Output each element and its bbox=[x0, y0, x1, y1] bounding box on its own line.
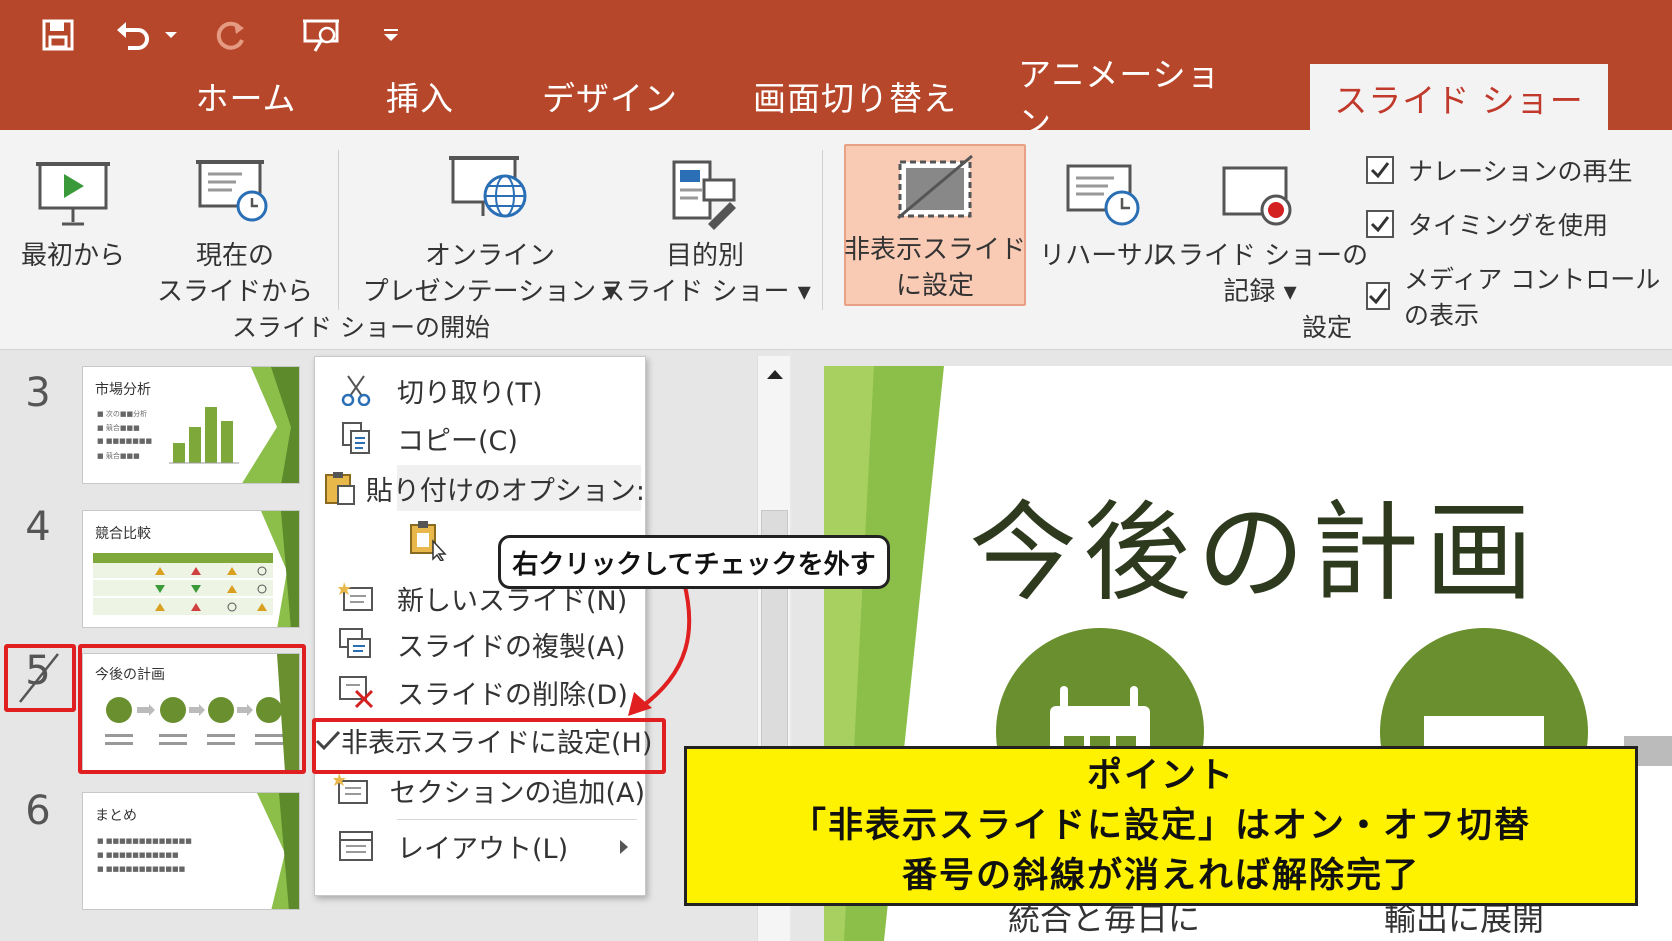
paste-keep-source-button[interactable] bbox=[405, 517, 449, 563]
custom-show-icon bbox=[668, 142, 742, 230]
comparison-table-thumbnail bbox=[93, 511, 299, 627]
presentation-icon[interactable] bbox=[298, 10, 344, 60]
redo-icon bbox=[210, 10, 252, 60]
record-slideshow-button[interactable]: スライド ショーの 記録 ▾ bbox=[1152, 142, 1368, 310]
menu-separator bbox=[397, 819, 637, 820]
menu-item-duplicate-slide[interactable]: スライドの複製(A) bbox=[315, 621, 645, 667]
ribbon-separator bbox=[822, 150, 823, 310]
customize-qat-icon[interactable] bbox=[378, 10, 404, 60]
tab-animations[interactable]: アニメーション bbox=[1018, 55, 1248, 142]
play-narrations-checkbox[interactable]: ナレーションの再生 bbox=[1366, 152, 1633, 188]
from-beginning-button[interactable]: 最初から bbox=[18, 142, 128, 274]
point-line-1: 「非表示スライドに設定」はオン・オフ切替 bbox=[790, 806, 1531, 846]
hide-slide-menu-highlight bbox=[312, 718, 666, 774]
record-icon bbox=[1220, 142, 1300, 230]
custom-slideshow-button[interactable]: 目的別 スライド ショー ▾ bbox=[599, 142, 811, 310]
slide-thumbnail-6[interactable]: まとめ ■ ■■■■■■■■■■■■■ ■ ■■■■■■■■■■■ ■ ■■■■… bbox=[82, 792, 300, 910]
ribbon-separator bbox=[338, 150, 339, 310]
tab-slideshow[interactable]: スライド ショー bbox=[1310, 64, 1608, 132]
tab-design[interactable]: デザイン bbox=[530, 62, 690, 130]
duplicate-slide-icon bbox=[315, 627, 397, 661]
from-current-slide-button[interactable]: 現在の スライドから bbox=[157, 142, 313, 310]
undo-dropdown-icon[interactable] bbox=[160, 10, 182, 60]
layout-icon bbox=[315, 830, 397, 862]
add-section-icon bbox=[315, 773, 389, 807]
paste-options-header: 貼り付けのオプション: bbox=[315, 465, 645, 511]
globe-screen-icon bbox=[449, 142, 531, 230]
title-bar: ホーム 挿入 デザイン 画面切り替え アニメーション スライド ショー bbox=[0, 0, 1672, 142]
slide-number: 3 bbox=[25, 370, 51, 416]
point-line-2: 番号の斜線が消えれば解除完了 bbox=[901, 856, 1420, 896]
hide-slide-button[interactable]: 非表示スライド に設定 bbox=[844, 144, 1026, 306]
rehearse-clock-icon bbox=[1064, 142, 1144, 230]
menu-item-layout[interactable]: レイアウト(L) bbox=[315, 823, 645, 869]
bar-chart-thumbnail bbox=[169, 367, 299, 483]
tab-home[interactable]: ホーム bbox=[176, 62, 316, 130]
slide-thumbnail-4[interactable]: 競合比較 bbox=[82, 510, 300, 628]
hidden-slide-thumbnail-highlight bbox=[78, 644, 306, 774]
instruction-callout: 右クリックしてチェックを外す bbox=[498, 535, 890, 589]
tab-insert[interactable]: 挿入 bbox=[360, 62, 480, 130]
hidden-slide-number-highlight bbox=[4, 644, 76, 712]
slide-thumbnail-3[interactable]: 市場分析 ■ 次の■■分析 ■ 競合■■■ ■ ■■■■■■■ ■ 競合■■■ bbox=[82, 366, 300, 484]
play-screen-icon bbox=[36, 142, 110, 230]
checkmark-icon bbox=[1366, 282, 1390, 310]
scroll-up-icon[interactable] bbox=[766, 368, 784, 380]
slide-number: 4 bbox=[25, 504, 51, 550]
new-slide-icon bbox=[315, 582, 397, 614]
slide-title: 今後の計画 bbox=[968, 491, 1539, 616]
slide-number: 6 bbox=[25, 788, 51, 834]
show-media-controls-checkbox[interactable]: メディア コントロールの表示 bbox=[1366, 260, 1672, 332]
point-note-box: ポイント 「非表示スライドに設定」はオン・オフ切替 番号の斜線が消えれば解除完了 bbox=[684, 746, 1638, 906]
undo-icon[interactable] bbox=[110, 10, 158, 60]
checkmark-icon bbox=[1366, 210, 1394, 238]
paste-icon bbox=[410, 521, 447, 561]
slide-decoration bbox=[257, 793, 299, 909]
use-timings-checkbox[interactable]: タイミングを使用 bbox=[1366, 206, 1608, 242]
checkmark-icon bbox=[1366, 156, 1394, 184]
online-presentation-button[interactable]: オンライン プレゼンテーション ▾ bbox=[363, 142, 617, 310]
tab-transitions[interactable]: 画面切り替え bbox=[740, 62, 970, 130]
rehearse-timings-button[interactable]: リハーサル bbox=[1039, 142, 1169, 274]
point-heading: ポイント bbox=[1086, 756, 1235, 796]
ribbon: 最初から 現在の スライドから オンライン プレゼンテーション ▾ 目的別 スライド … bbox=[0, 130, 1672, 350]
red-arrow-icon bbox=[628, 581, 692, 716]
submenu-arrow-icon bbox=[620, 840, 628, 854]
delete-slide-icon bbox=[315, 675, 397, 709]
save-icon[interactable] bbox=[38, 10, 78, 60]
scissors-icon bbox=[315, 374, 397, 406]
context-menu: 切り取り(T) コピー(C) 貼り付けのオプション: 新しいスライド(N) スラ… bbox=[314, 356, 652, 896]
menu-item-delete-slide[interactable]: スライドの削除(D) bbox=[315, 669, 645, 715]
menu-item-copy[interactable]: コピー(C) bbox=[315, 415, 645, 461]
screen-clock-icon bbox=[196, 142, 274, 230]
menu-item-cut[interactable]: 切り取り(T) bbox=[315, 367, 645, 413]
hide-slide-icon bbox=[892, 146, 978, 224]
copy-icon bbox=[315, 421, 397, 455]
clipboard-icon bbox=[315, 470, 366, 506]
